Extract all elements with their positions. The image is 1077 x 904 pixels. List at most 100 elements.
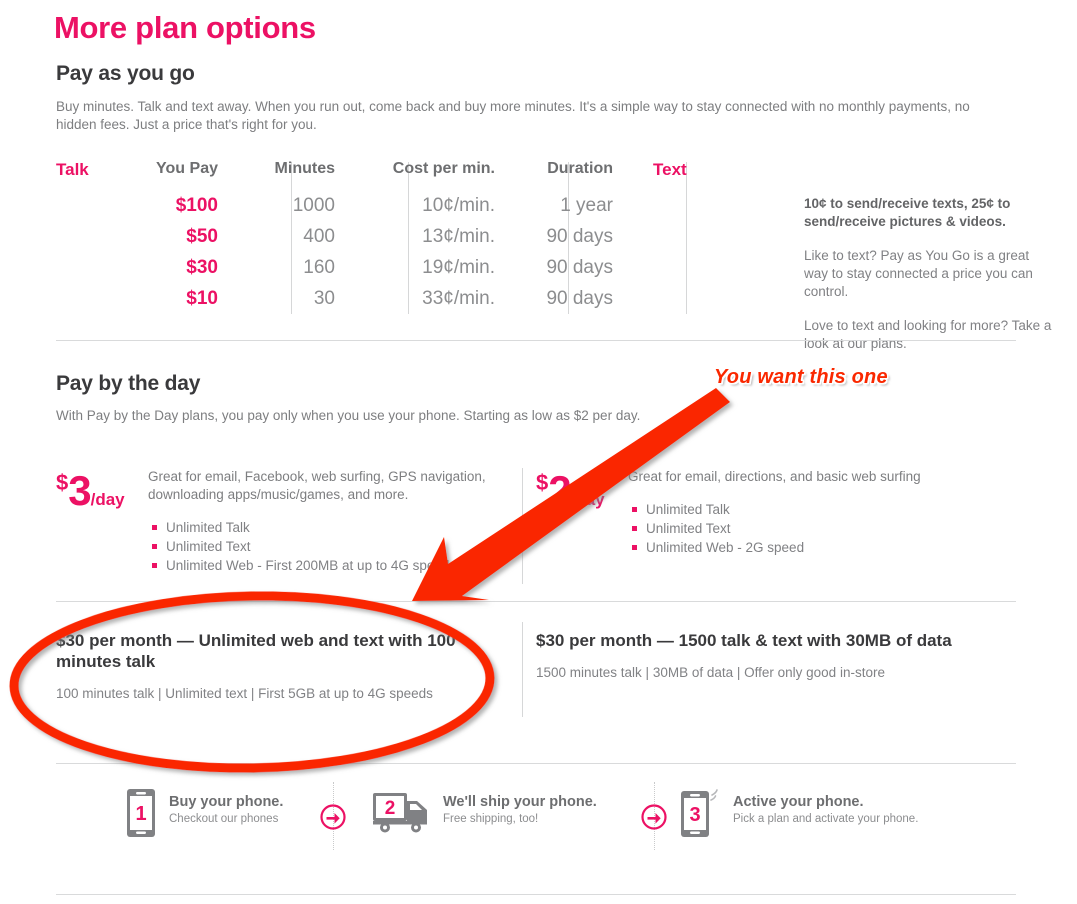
pay-by-day-intro: With Pay by the Day plans, you pay only …	[56, 408, 641, 423]
day-plan-description: Great for email, directions, and basic w…	[628, 469, 921, 484]
purchase-steps: 1 Buy your phone. Checkout our phones 2 …	[56, 782, 1016, 852]
list-item: Unlimited Text	[632, 519, 1016, 538]
cell-minutes: 1000	[292, 195, 335, 216]
day-plan-features: Unlimited Talk Unlimited Text Unlimited …	[148, 518, 536, 575]
price-amount: 2	[548, 467, 571, 514]
cell-text	[631, 221, 716, 252]
monthly-plan-details: 1500 minutes talk | 30MB of data | Offer…	[536, 665, 885, 680]
row-spacer	[56, 190, 118, 221]
svg-text:3: 3	[689, 804, 700, 826]
table-header-row: Talk You Pay Minutes Cost per min. Durat…	[56, 160, 716, 190]
cell-you-pay: $50	[186, 226, 218, 247]
step-heading: We'll ship your phone.	[443, 794, 597, 810]
section-divider-4	[56, 894, 1016, 895]
price-period: /day	[570, 490, 605, 509]
column-header-you-pay: You Pay	[156, 160, 218, 177]
annotation-overlay	[9, 388, 730, 773]
table-row: $10 30 33¢/min. 90 days	[56, 283, 716, 314]
day-plan-2-dollar[interactable]: $2/day Great for email, directions, and …	[522, 468, 1016, 584]
cell-text	[631, 252, 716, 283]
text-rates-column: 10¢ to send/receive texts, 25¢ to send/r…	[804, 195, 1054, 369]
day-plan-price: $2/day	[536, 468, 628, 575]
text-rates-note: 10¢ to send/receive texts, 25¢ to send/r…	[804, 196, 1011, 229]
svg-text:2: 2	[385, 798, 396, 819]
row-spacer	[56, 221, 118, 252]
monthly-plan-columns: $30 per month — Unlimited web and text w…	[56, 622, 1016, 717]
column-header-talk: Talk	[56, 160, 89, 179]
cell-cost-per-min: 13¢/min.	[422, 226, 495, 247]
step-heading: Buy your phone.	[169, 794, 284, 810]
step-1: 1 Buy your phone. Checkout our phones	[126, 788, 283, 843]
plan-options-page: More plan options Pay as you go Buy minu…	[0, 0, 1077, 904]
day-plan-description: Great for email, Facebook, web surfing, …	[148, 469, 486, 502]
text-rates-paragraph-1: Like to text? Pay as You Go is a great w…	[804, 248, 1033, 299]
cell-text	[631, 283, 716, 314]
cell-minutes: 400	[303, 226, 335, 247]
table-row: $100 1000 10¢/min. 1 year	[56, 190, 716, 221]
day-plan-3-dollar[interactable]: $3/day Great for email, Facebook, web su…	[56, 468, 536, 575]
section-divider-2	[56, 601, 1016, 602]
pay-as-you-go-intro: Buy minutes. Talk and text away. When yo…	[56, 99, 970, 132]
arrow-right-circle-icon	[641, 804, 667, 830]
cell-you-pay: $30	[186, 257, 218, 278]
pay-as-you-go-table: Talk You Pay Minutes Cost per min. Durat…	[56, 160, 716, 314]
list-item: Unlimited Talk	[152, 518, 536, 537]
cell-text	[631, 190, 716, 221]
cell-cost-per-min: 33¢/min.	[422, 288, 495, 309]
day-plan-price: $3/day	[56, 468, 148, 575]
monthly-plan-1500-talk-text[interactable]: $30 per month — 1500 talk & text with 30…	[522, 622, 1016, 717]
day-plan-body: Great for email, directions, and basic w…	[628, 468, 1016, 575]
step-subtext: Free shipping, too!	[443, 813, 539, 825]
truck-icon: 2	[372, 788, 430, 839]
cell-you-pay: $10	[186, 288, 218, 309]
cell-cost-per-min: 19¢/min.	[422, 257, 495, 278]
cell-duration: 1 year	[560, 195, 613, 216]
arrow-right-circle-icon	[320, 804, 346, 830]
day-plan-body: Great for email, Facebook, web surfing, …	[148, 468, 536, 575]
step-text: Buy your phone. Checkout our phones	[169, 788, 283, 827]
cell-you-pay: $100	[175, 195, 218, 216]
list-item: Unlimited Talk	[632, 500, 1016, 519]
currency-symbol: $	[56, 470, 69, 495]
table-row: $50 400 13¢/min. 90 days	[56, 221, 716, 252]
step-3: 3 Active your phone. Pick a plan and act…	[680, 788, 918, 843]
day-plan-columns: $3/day Great for email, Facebook, web su…	[56, 468, 1016, 584]
cell-minutes: 160	[303, 257, 335, 278]
monthly-plan-unlimited-web[interactable]: $30 per month — Unlimited web and text w…	[56, 630, 536, 703]
row-spacer	[56, 283, 118, 314]
column-header-duration: Duration	[547, 160, 613, 177]
list-item: Unlimited Web - 2G speed	[632, 538, 1016, 557]
step-text: Active your phone. Pick a plan and activ…	[733, 788, 918, 827]
cell-cost-per-min: 10¢/min.	[422, 195, 495, 216]
price-amount: 3	[68, 467, 91, 514]
table-row: $30 160 19¢/min. 90 days	[56, 252, 716, 283]
column-header-text: Text	[653, 160, 687, 179]
pay-as-you-go-heading: Pay as you go	[56, 62, 195, 85]
step-subtext: Checkout our phones	[169, 813, 279, 825]
phone-icon: 1	[126, 788, 156, 843]
monthly-plan-details: 100 minutes talk | Unlimited text | Firs…	[56, 686, 433, 701]
column-header-cost-per-min: Cost per min.	[392, 160, 495, 177]
day-plan-features: Unlimited Talk Unlimited Text Unlimited …	[628, 500, 1016, 557]
price-period: /day	[90, 490, 125, 509]
section-divider-3	[56, 763, 1016, 764]
text-rates-paragraph-2: Love to text and looking for more? Take …	[804, 318, 1052, 351]
step-subtext: Pick a plan and activate your phone.	[733, 813, 919, 825]
monthly-plan-title: $30 per month — Unlimited web and text w…	[56, 631, 456, 671]
page-title: More plan options	[54, 10, 316, 45]
column-header-minutes: Minutes	[274, 160, 335, 177]
cell-minutes: 30	[313, 288, 335, 309]
step-text: We'll ship your phone. Free shipping, to…	[443, 788, 597, 827]
row-spacer	[56, 252, 118, 283]
monthly-plan-title: $30 per month — 1500 talk & text with 30…	[536, 631, 952, 650]
step-heading: Active your phone.	[733, 794, 864, 810]
phone-signal-icon: 3	[680, 788, 720, 843]
cell-duration: 90 days	[546, 257, 613, 278]
svg-text:1: 1	[135, 803, 146, 825]
currency-symbol: $	[536, 470, 549, 495]
annotation-label: You want this one	[714, 366, 888, 388]
list-item: Unlimited Web - First 200MB at up to 4G …	[152, 556, 536, 575]
step-2: 2 We'll ship your phone. Free shipping, …	[372, 788, 597, 839]
pay-as-you-go-section: Pay as you go Buy minutes. Talk and text…	[56, 62, 1016, 134]
cell-duration: 90 days	[546, 226, 613, 247]
